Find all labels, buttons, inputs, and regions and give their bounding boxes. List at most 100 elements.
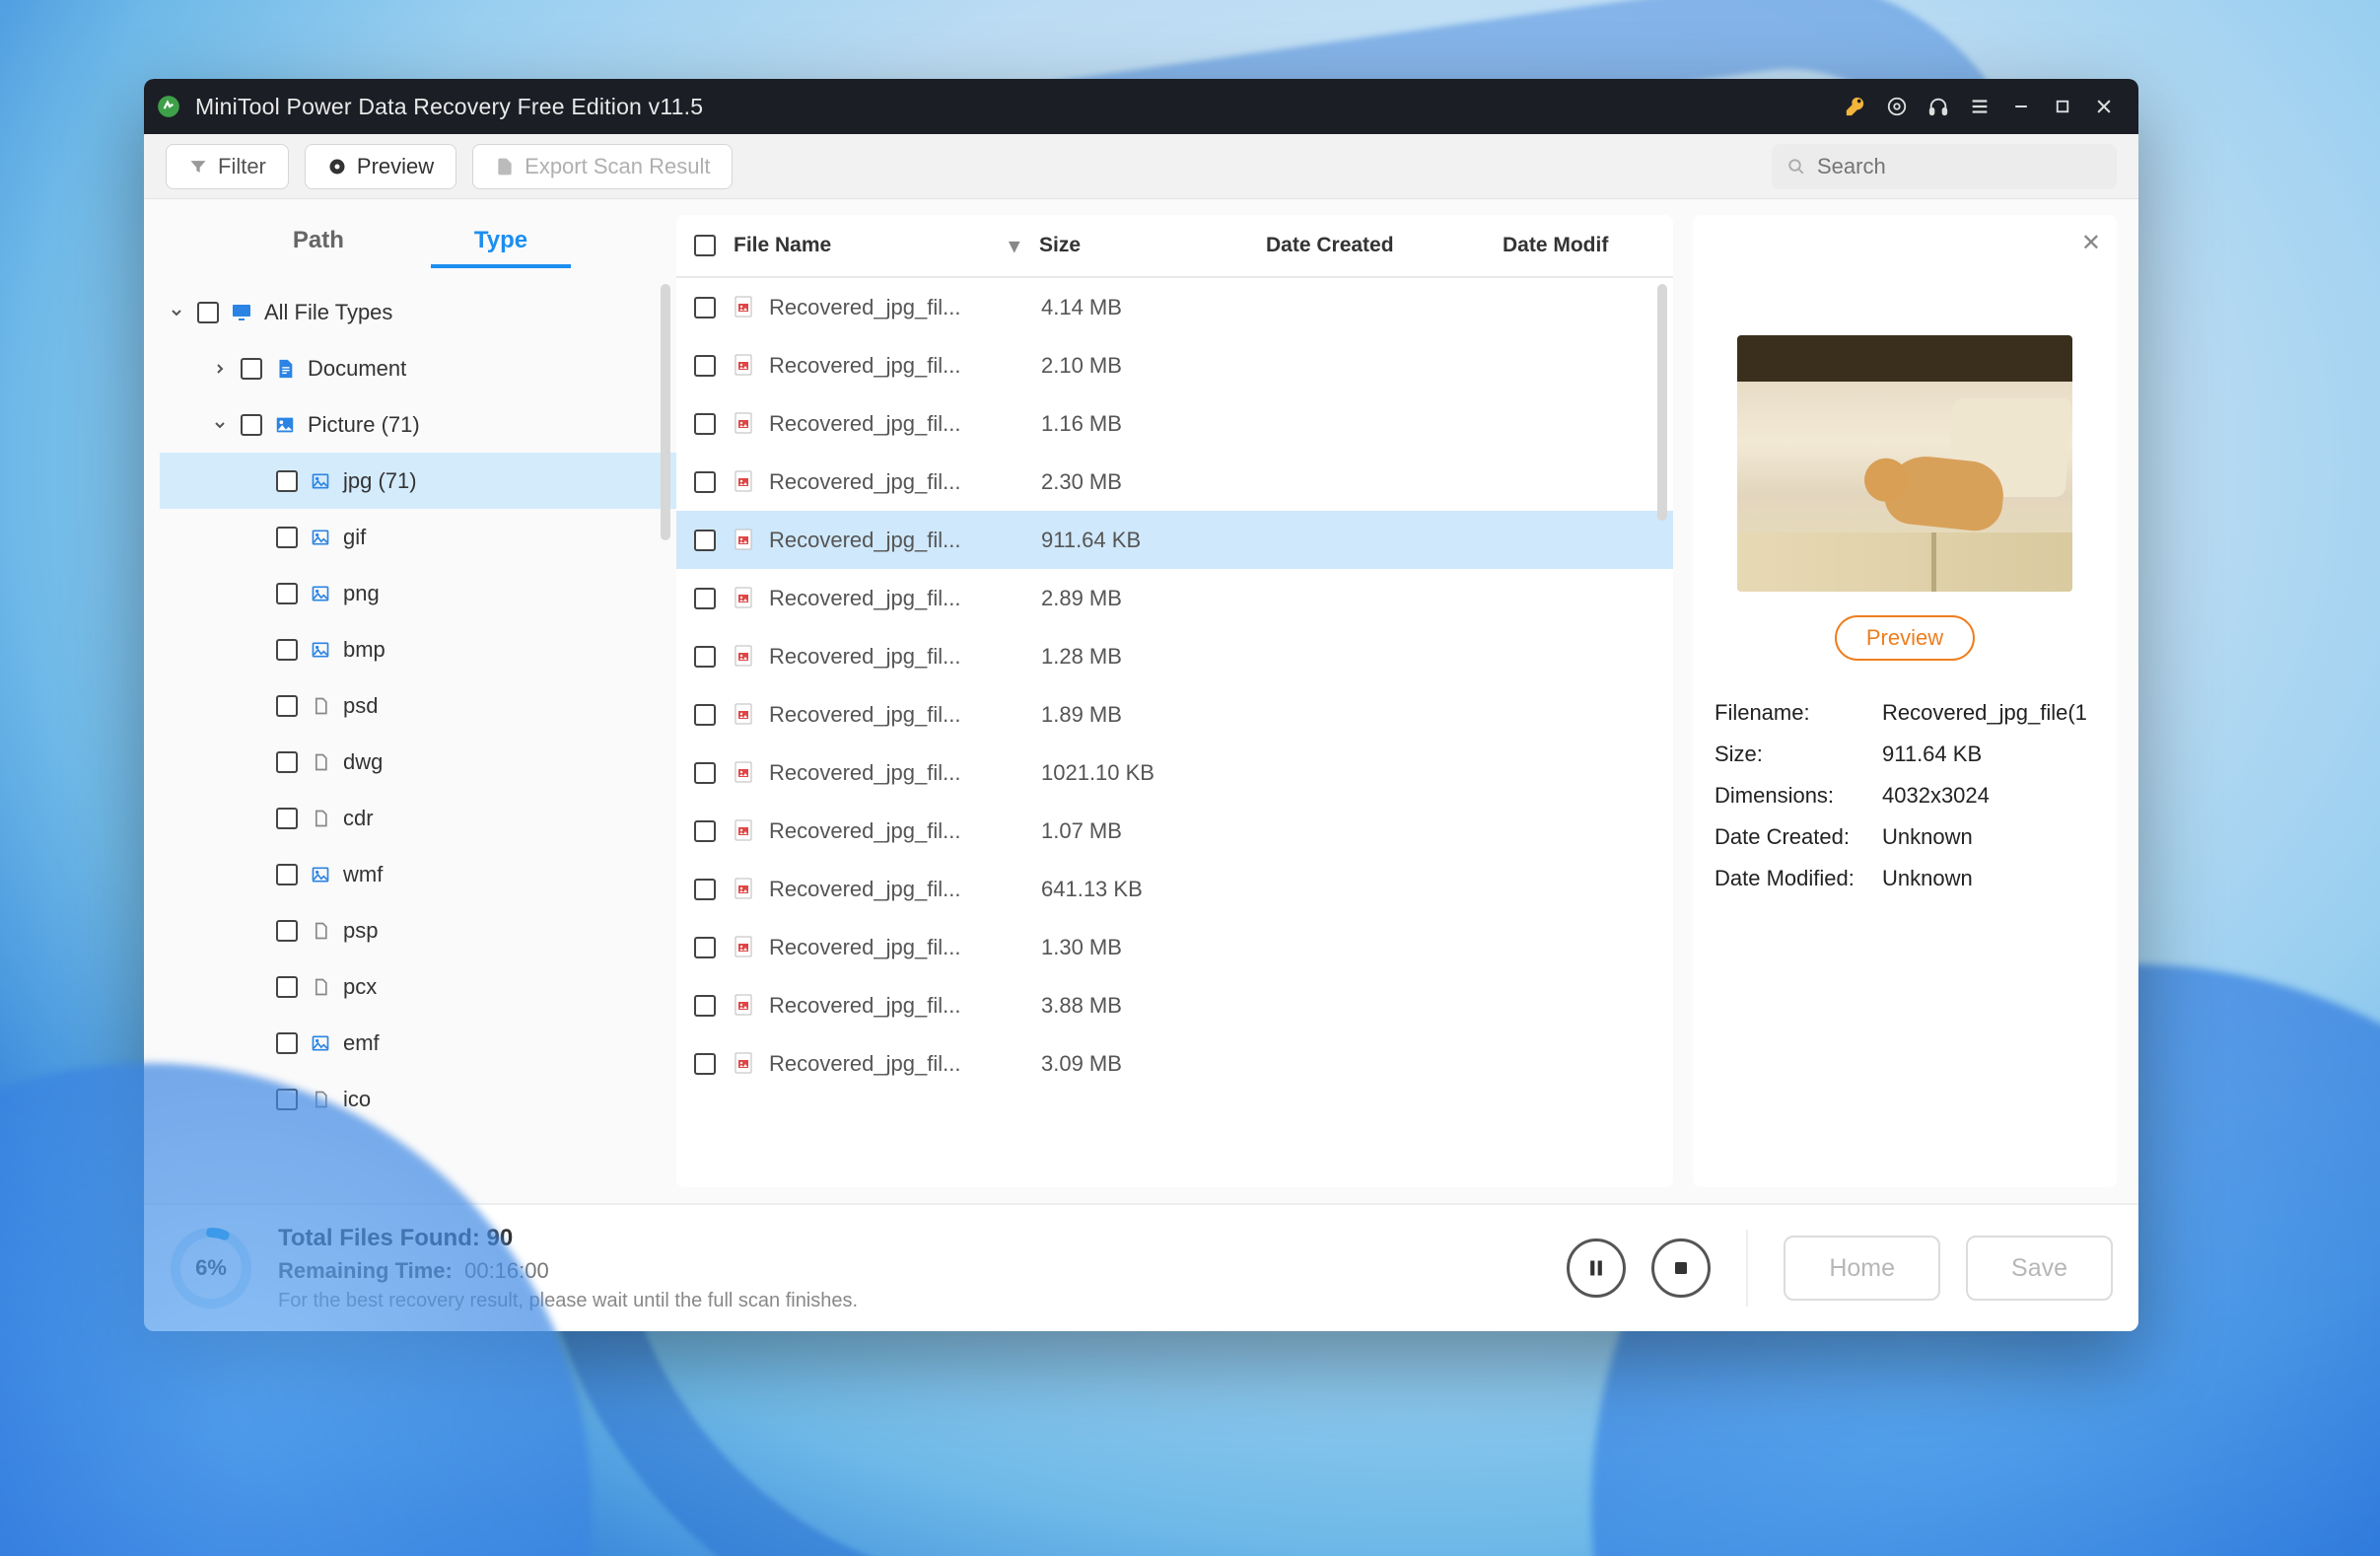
jpg-file-icon: [732, 760, 757, 786]
preview-metadata: Filename:Recovered_jpg_file(1 Size:911.6…: [1715, 700, 2095, 891]
checkbox[interactable]: [276, 1089, 298, 1110]
checkbox[interactable]: [694, 588, 716, 609]
checkbox[interactable]: [276, 920, 298, 942]
column-date-created[interactable]: Date Created: [1266, 234, 1503, 257]
tree-all-file-types[interactable]: All File Types: [160, 284, 676, 340]
checkbox[interactable]: [694, 704, 716, 726]
file-list-header: File Name ▾ Size Date Created Date Modif: [676, 215, 1673, 278]
checkbox[interactable]: [276, 808, 298, 829]
checkbox[interactable]: [276, 639, 298, 661]
tree-format-jpg[interactable]: jpg (71): [160, 453, 676, 509]
checkbox[interactable]: [241, 358, 262, 380]
tree-format-psp[interactable]: psp: [160, 902, 676, 958]
meta-value: Unknown: [1882, 824, 2095, 850]
checkbox[interactable]: [197, 302, 219, 323]
stop-button[interactable]: [1651, 1238, 1711, 1298]
file-row[interactable]: Recovered_jpg_fil...2.89 MB: [676, 569, 1673, 627]
file-row[interactable]: Recovered_jpg_fil...641.13 KB: [676, 860, 1673, 918]
checkbox[interactable]: [694, 355, 716, 377]
column-filename[interactable]: File Name ▾: [734, 234, 1039, 258]
close-preview-icon[interactable]: ✕: [2081, 229, 2101, 257]
file-row[interactable]: Recovered_jpg_fil...911.64 KB: [676, 511, 1673, 569]
file-row[interactable]: Recovered_jpg_fil...1021.10 KB: [676, 743, 1673, 802]
column-size[interactable]: Size: [1039, 234, 1266, 257]
minimize-button[interactable]: [2000, 86, 2042, 127]
home-button[interactable]: Home: [1784, 1236, 1940, 1301]
tree-format-ico[interactable]: ico: [160, 1071, 676, 1127]
tree-format-cdr[interactable]: cdr: [160, 790, 676, 846]
tree-format-gif[interactable]: gif: [160, 509, 676, 565]
tab-type[interactable]: Type: [468, 219, 533, 266]
checkbox[interactable]: [241, 414, 262, 436]
menu-icon[interactable]: [1959, 86, 2000, 127]
search-input[interactable]: [1817, 154, 2101, 179]
checkbox[interactable]: [694, 1053, 716, 1075]
checkbox[interactable]: [276, 976, 298, 998]
checkbox[interactable]: [694, 937, 716, 958]
body: Path Type All File Types: [144, 199, 2138, 1203]
file-row[interactable]: Recovered_jpg_fil...1.16 MB: [676, 394, 1673, 453]
checkbox[interactable]: [276, 695, 298, 717]
tree-format-emf[interactable]: emf: [160, 1015, 676, 1071]
desktop-wallpaper: MiniTool Power Data Recovery Free Editio…: [0, 0, 2380, 1556]
checkbox[interactable]: [276, 527, 298, 548]
column-date-modified[interactable]: Date Modif: [1503, 234, 1655, 257]
checkbox[interactable]: [694, 762, 716, 784]
tree-document[interactable]: Document: [160, 340, 676, 396]
filter-button[interactable]: Filter: [166, 144, 289, 189]
preview-open-button[interactable]: Preview: [1835, 615, 1975, 661]
file-row[interactable]: Recovered_jpg_fil...1.28 MB: [676, 627, 1673, 685]
tab-path[interactable]: Path: [287, 219, 350, 266]
checkbox[interactable]: [694, 646, 716, 668]
search-box[interactable]: [1772, 144, 2117, 189]
meta-key: Date Created:: [1715, 824, 1882, 850]
file-row[interactable]: Recovered_jpg_fil...2.30 MB: [676, 453, 1673, 511]
chevron-right-icon[interactable]: [209, 361, 231, 377]
checkbox[interactable]: [694, 879, 716, 900]
checkbox[interactable]: [694, 530, 716, 551]
preview-label: Preview: [357, 154, 434, 179]
file-row[interactable]: Recovered_jpg_fil...3.09 MB: [676, 1034, 1673, 1093]
checkbox[interactable]: [276, 864, 298, 885]
chevron-down-icon[interactable]: [209, 417, 231, 433]
file-row[interactable]: Recovered_jpg_fil...4.14 MB: [676, 278, 1673, 336]
tree-format-bmp[interactable]: bmp: [160, 621, 676, 677]
file-row[interactable]: Recovered_jpg_fil...2.10 MB: [676, 336, 1673, 394]
checkbox[interactable]: [276, 1032, 298, 1054]
select-all-checkbox[interactable]: [694, 235, 716, 256]
checkbox[interactable]: [694, 995, 716, 1017]
checkbox[interactable]: [276, 470, 298, 492]
file-row[interactable]: Recovered_jpg_fil...3.88 MB: [676, 976, 1673, 1034]
filelist-scrollbar[interactable]: [1657, 284, 1667, 521]
export-button[interactable]: Export Scan Result: [472, 144, 733, 189]
checkbox[interactable]: [694, 297, 716, 318]
file-row[interactable]: Recovered_jpg_fil...1.07 MB: [676, 802, 1673, 860]
file-row[interactable]: Recovered_jpg_fil...1.89 MB: [676, 685, 1673, 743]
chevron-down-icon[interactable]: [166, 305, 187, 320]
checkbox[interactable]: [276, 583, 298, 604]
sidebar-scrollbar[interactable]: [661, 284, 670, 540]
key-icon[interactable]: [1835, 86, 1876, 127]
file-row[interactable]: Recovered_jpg_fil...1.30 MB: [676, 918, 1673, 976]
tree-format-pcx[interactable]: pcx: [160, 958, 676, 1015]
jpg-file-icon: [732, 877, 757, 902]
checkbox[interactable]: [694, 471, 716, 493]
close-button[interactable]: [2083, 86, 2125, 127]
disc-icon[interactable]: [1876, 86, 1918, 127]
file-size: 3.88 MB: [1041, 993, 1268, 1019]
checkbox[interactable]: [694, 413, 716, 435]
pause-button[interactable]: [1567, 1238, 1626, 1298]
tree-picture[interactable]: Picture (71): [160, 396, 676, 453]
headphones-icon[interactable]: [1918, 86, 1959, 127]
preview-button[interactable]: Preview: [305, 144, 456, 189]
checkbox[interactable]: [694, 820, 716, 842]
checkbox[interactable]: [276, 751, 298, 773]
tree-format-png[interactable]: png: [160, 565, 676, 621]
image-icon: [308, 581, 333, 606]
tree-format-wmf[interactable]: wmf: [160, 846, 676, 902]
save-button[interactable]: Save: [1966, 1236, 2113, 1301]
file-icon: [308, 749, 333, 775]
maximize-button[interactable]: [2042, 86, 2083, 127]
tree-format-psd[interactable]: psd: [160, 677, 676, 734]
tree-format-dwg[interactable]: dwg: [160, 734, 676, 790]
